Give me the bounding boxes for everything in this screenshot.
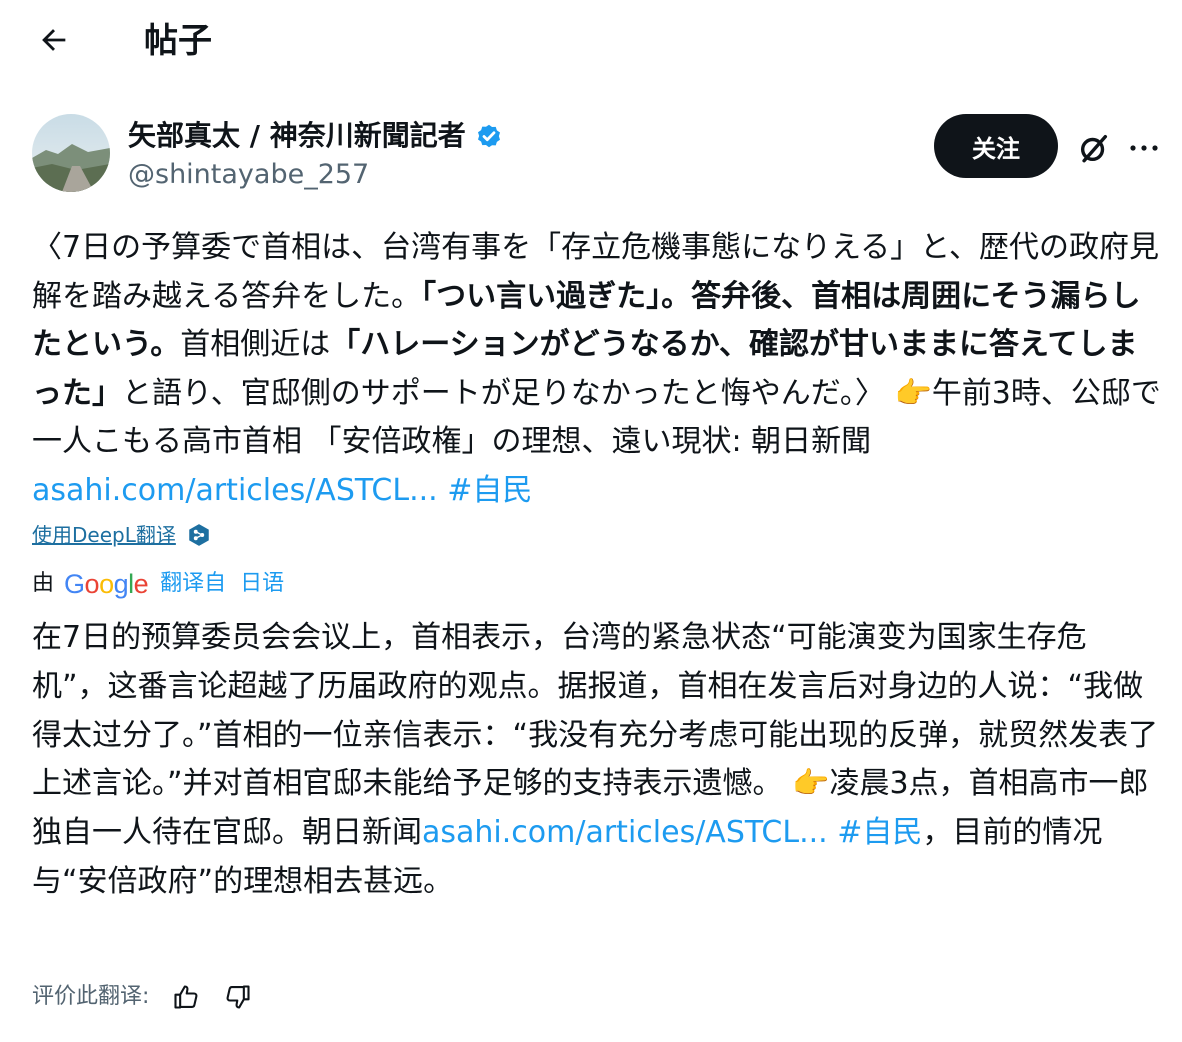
post-text-part: 首相側近は xyxy=(180,327,331,362)
google-translate-attribution: 由 Google 翻译自 日语 xyxy=(32,566,284,602)
thumbs-down-button[interactable] xyxy=(223,982,253,1012)
article-link[interactable]: asahi.com/articles/ASTCL... xyxy=(422,815,828,850)
deepl-label[interactable]: 使用DeepL翻译 xyxy=(32,520,176,550)
page-title: 帖子 xyxy=(144,21,212,61)
more-icon xyxy=(1130,145,1158,151)
avatar[interactable] xyxy=(32,114,110,192)
thumbs-up-icon xyxy=(174,985,198,1009)
verified-badge-icon xyxy=(477,124,500,148)
header: 帖子 xyxy=(0,0,1182,84)
author-row: 矢部真太 / 神奈川新聞記者 @shintayabe_257 关注 xyxy=(32,114,1158,194)
more-button[interactable] xyxy=(1124,128,1164,168)
back-button[interactable] xyxy=(34,20,74,60)
pointing-hand-emoji: 👉 xyxy=(894,375,932,411)
grok-icon xyxy=(1080,134,1108,163)
pointing-hand-emoji: 👉 xyxy=(792,766,830,802)
post-text: 〈7日の予算委で首相は、台湾有事を「存立危機事態になりえる」と、歴代の政府見解を… xyxy=(32,224,1162,515)
display-name-row: 矢部真太 / 神奈川新聞記者 xyxy=(128,118,504,154)
avatar-image xyxy=(32,114,110,192)
rate-label: 评价此翻译: xyxy=(32,984,150,1009)
deepl-icon xyxy=(189,524,209,546)
by-label: 由 xyxy=(32,571,55,596)
back-arrow-icon xyxy=(42,29,66,51)
source-language[interactable]: 日语 xyxy=(240,566,284,602)
thumbs-down-icon xyxy=(226,985,250,1009)
deepl-translate-link[interactable]: 使用DeepL翻译 xyxy=(32,520,212,550)
grok-button[interactable] xyxy=(1074,128,1114,168)
thumbs-up-button[interactable] xyxy=(171,982,201,1012)
display-name[interactable]: 矢部真太 / 神奈川新聞記者 xyxy=(128,118,466,154)
handle[interactable]: @shintayabe_257 xyxy=(128,158,369,192)
rate-translation: 评价此翻译: xyxy=(32,980,253,1014)
translated-from-label[interactable]: 翻译自 xyxy=(160,566,226,602)
google-logo: Google xyxy=(64,569,149,599)
article-link[interactable]: asahi.com/articles/ASTCL... xyxy=(32,473,438,508)
follow-button[interactable]: 关注 xyxy=(934,114,1058,178)
translated-text: 在7日的预算委员会会议上，首相表示，台湾的紧急状态“可能演变为国家生存危机”，这… xyxy=(32,614,1162,907)
post-text-part: と語り、官邸側のサポートが足りなかったと悔やんだ。〉 xyxy=(122,375,885,411)
hashtag-link[interactable]: #自民 xyxy=(837,815,922,850)
hashtag-link[interactable]: #自民 xyxy=(447,473,532,508)
